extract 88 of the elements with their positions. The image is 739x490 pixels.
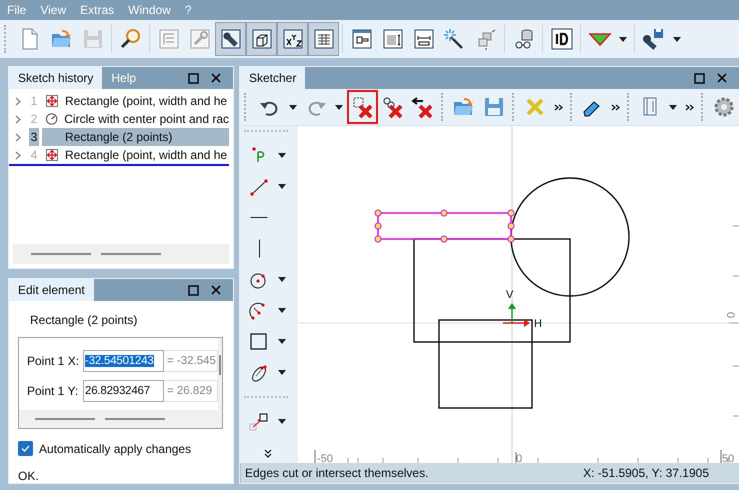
history-number: 4 (30, 147, 38, 164)
toolbar-sketch-cube-button[interactable] (246, 22, 277, 56)
gear-icon (712, 95, 736, 119)
ruler-label: 0 (516, 453, 522, 464)
ruler-label: -50 (317, 453, 333, 464)
sketcher-delete-selection-button[interactable] (346, 90, 378, 124)
caret-icon[interactable] (278, 277, 286, 282)
history-item-label: Rectangle (point, width and he (65, 94, 228, 108)
id-icon (550, 27, 574, 51)
delete-chain-icon (381, 95, 406, 119)
ruler-label: 50 (722, 453, 734, 464)
caret-icon[interactable] (278, 153, 286, 158)
more-chevron-icon[interactable] (685, 104, 694, 110)
delete-back-icon (411, 95, 436, 119)
caret-icon[interactable] (278, 339, 286, 344)
cursor-coordinates: X: -51.5905, Y: 37.1905 (583, 466, 710, 480)
outline-icon (156, 27, 180, 51)
panel-tab[interactable]: Sketcher (240, 67, 306, 89)
xyz-icon (280, 27, 304, 51)
caret-icon[interactable] (673, 36, 681, 42)
history-item[interactable]: Rectangle (point, width and he (42, 146, 229, 164)
status-message: Edges cut or intersect themselves. (244, 466, 430, 480)
selected-rectangle[interactable] (374, 210, 514, 242)
checkmark-icon (21, 445, 30, 452)
field-value: 26.82932467 (85, 385, 150, 397)
axis-label: H (534, 318, 542, 330)
status-message: OK. (17, 468, 40, 483)
bolt-icon (218, 27, 242, 51)
history-item-label: Circle with center point and rac (64, 112, 229, 126)
axis-label: V (506, 289, 514, 301)
panel-tab[interactable]: Sketch history (9, 67, 102, 89)
vertical-axis-arrow (508, 303, 516, 324)
close-icon[interactable] (211, 285, 221, 295)
field-label: Point 1 Y: (27, 384, 80, 398)
bolt-save-icon (642, 27, 666, 51)
ruler-label: 0 (724, 312, 736, 318)
input-field[interactable]: 26.82932467 (83, 380, 164, 402)
caret-icon[interactable] (278, 308, 286, 313)
sketch-cube-icon (250, 27, 274, 51)
caret-icon[interactable] (278, 419, 286, 424)
history-number: 3 (29, 128, 39, 146)
history-item-label: Rectangle (2 points) (65, 130, 172, 144)
toolbar-bolt-button[interactable] (215, 22, 246, 56)
vertical-line-icon (258, 239, 260, 258)
field-value: -32.54501243 (85, 355, 154, 367)
magnifier-icon (118, 27, 142, 51)
maximize-icon[interactable] (188, 72, 199, 84)
caret-icon[interactable] (278, 370, 286, 375)
input-field[interactable]: -32.54501243 (83, 350, 164, 372)
field-label: Point 1 X: (27, 354, 80, 368)
dimension-icon (412, 27, 436, 51)
element-title: Rectangle (2 points) (29, 312, 138, 329)
checkbox-label: Automatically apply changes (39, 442, 192, 456)
more-chevron-icon[interactable] (611, 104, 620, 110)
caret-icon[interactable] (334, 104, 343, 110)
history-item[interactable]: Rectangle (2 points) (42, 128, 229, 146)
history-item[interactable]: Rectangle (point, width and he (42, 92, 229, 110)
caret-icon[interactable] (288, 104, 297, 110)
fillet-tool-icon (248, 410, 270, 432)
rectangle-tool-icon (45, 94, 59, 108)
horizontal-line-icon (250, 216, 268, 219)
close-icon[interactable] (717, 73, 727, 83)
panel-tab[interactable]: Edit element (9, 279, 94, 301)
delete-selection-icon (350, 95, 375, 119)
caret-icon[interactable] (278, 184, 286, 189)
more-chevron-icon[interactable] (264, 449, 272, 458)
history-number: 1 (30, 93, 38, 110)
sketch-rectangle[interactable] (438, 319, 533, 409)
horizontal-axis-arrow (503, 319, 530, 327)
hatch-icon (380, 27, 404, 51)
more-chevron-icon[interactable] (554, 104, 562, 110)
maximize-icon[interactable] (188, 284, 199, 296)
maximize-icon[interactable] (694, 72, 705, 84)
checkbox[interactable] (18, 441, 33, 456)
caret-icon[interactable] (669, 104, 678, 110)
part-icon (350, 27, 374, 51)
history-item-label: Rectangle (point, width and he (65, 148, 228, 162)
rectangle-tool-icon (45, 148, 59, 162)
history-item[interactable]: Circle with center point and rac (42, 110, 229, 128)
history-number: 2 (30, 111, 38, 128)
table-icon (312, 27, 336, 51)
scrollbar-thumb[interactable] (219, 355, 221, 375)
close-icon[interactable] (211, 73, 221, 83)
wrench-icon (188, 27, 212, 51)
circle-radius-icon (45, 112, 58, 126)
toolbar-xyz-button[interactable] (277, 22, 308, 56)
toolbar-table-button[interactable] (308, 22, 339, 56)
caret-icon[interactable] (619, 36, 627, 42)
